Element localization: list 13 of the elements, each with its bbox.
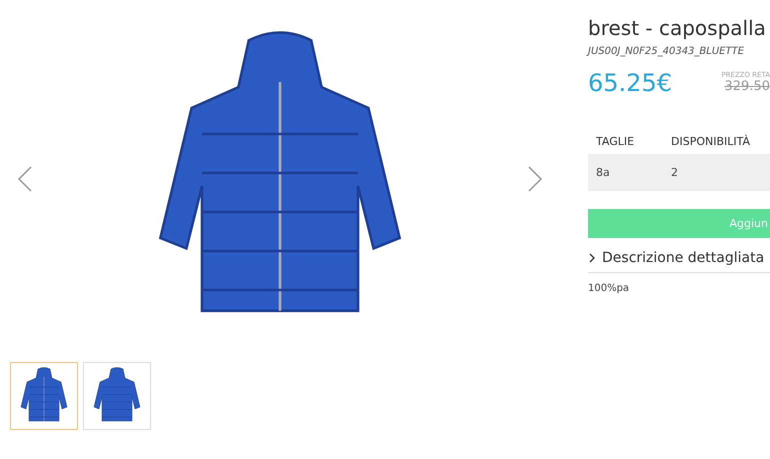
price: 65.25€ [588, 69, 672, 97]
column-header: TAGLIE [596, 135, 636, 148]
description-toggle[interactable]: Descrizione dettagliata [588, 250, 770, 273]
product-title: brest - capospalla [588, 16, 767, 40]
column-header: DISPONIBILITÀ [671, 135, 752, 148]
description-title: Descrizione dettagliata [602, 250, 764, 266]
retail-price: 329.50 [724, 79, 770, 94]
thumbnail[interactable] [10, 362, 78, 430]
table-cell-text: 8a [596, 166, 611, 179]
product-code: JUS00J_N0F25_40343_BLUETTE [588, 46, 746, 57]
description-text: 100%pa [588, 283, 630, 294]
thumbnail[interactable] [83, 362, 151, 430]
table-cell-text: 2 [671, 166, 679, 179]
